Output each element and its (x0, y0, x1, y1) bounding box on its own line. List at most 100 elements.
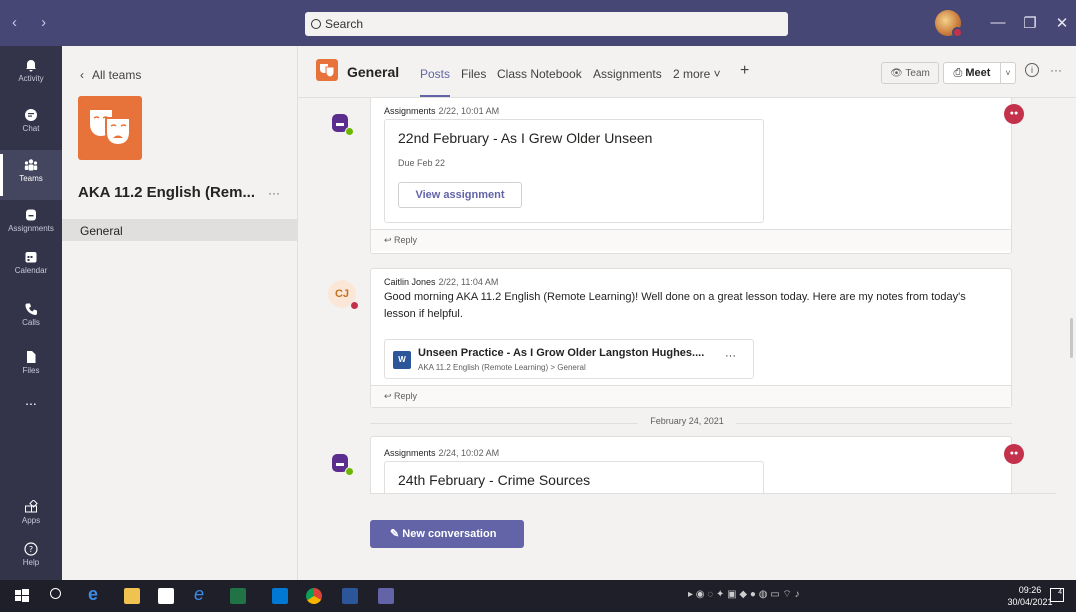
rail-item-activity[interactable]: Activity (0, 50, 62, 100)
post-message: Good morning AKA 11.2 English (Remote Le… (384, 291, 966, 320)
post-time: 2/24, 10:02 AM (438, 448, 500, 458)
notification-center-icon[interactable]: 4 (1050, 588, 1064, 602)
team-panel: ‹ All teams AKA 11.2 English (Rem... ··· … (62, 46, 298, 580)
back-forward-arrows-icon[interactable]: ‹ › (12, 14, 56, 31)
assignments-bot-avatar (330, 452, 354, 476)
chat-icon (25, 109, 37, 121)
post-author: Caitlin Jones (384, 277, 436, 287)
channel-title: General (347, 64, 400, 80)
tab-files[interactable]: Files (461, 67, 486, 81)
phone-icon (25, 303, 37, 315)
post-author: Assignments (384, 448, 436, 458)
reply-button[interactable]: ↩ Reply (371, 229, 1011, 251)
file-name: Unseen Practice - As I Grow Older Langst… (418, 347, 705, 359)
file-attachment[interactable]: W Unseen Practice - As I Grow Older Lang… (384, 339, 754, 379)
assignment-title: 24th February - Crime Sources (398, 472, 591, 488)
app-rail: Activity Chat Teams Assignments Calendar… (0, 46, 62, 580)
apps-icon (25, 500, 38, 513)
maximize-icon[interactable]: ❐ (1020, 14, 1040, 32)
excel-icon[interactable] (230, 588, 246, 604)
search-icon[interactable] (50, 588, 61, 599)
all-teams-link[interactable]: ‹ All teams (80, 68, 141, 82)
assignment-due: Due Feb 22 (398, 158, 446, 168)
reply-arrow-icon: ↩ (384, 235, 395, 245)
assignment-card: 22nd February - As I Grew Older Unseen D… (384, 119, 764, 223)
theatre-masks-icon (320, 64, 335, 78)
windows-start-icon[interactable] (14, 588, 30, 604)
status-available-icon (345, 467, 354, 476)
search-icon (311, 19, 321, 29)
close-icon[interactable]: ✕ (1052, 14, 1072, 32)
post-assignment-feb24: Assignments 2/24, 10:02 AM 24th February … (370, 436, 1012, 494)
compose-icon: ✎ (390, 528, 403, 540)
reply-button[interactable]: ↩ Reply (371, 385, 1011, 407)
edge-icon[interactable]: e (88, 584, 104, 604)
feed-divider (370, 493, 1056, 494)
more-options-button[interactable]: ··· (1050, 63, 1062, 77)
new-conversation-button[interactable]: ✎ New conversation (370, 520, 524, 548)
rail-more-apps-button[interactable]: ... (0, 386, 62, 436)
teams-taskbar-icon[interactable] (378, 588, 394, 604)
search-input[interactable]: Search (305, 12, 788, 36)
word-icon[interactable] (342, 588, 358, 604)
theatre-masks-icon (90, 110, 131, 147)
profile-avatar[interactable] (935, 10, 963, 38)
tab-class-notebook[interactable]: Class Notebook (497, 67, 582, 81)
scrollbar-thumb[interactable] (1070, 318, 1073, 358)
file-path: AKA 11.2 English (Remote Learning) > Gen… (418, 363, 586, 372)
outlook-icon[interactable] (272, 588, 288, 604)
meet-dropdown-button[interactable]: ˅ (1001, 62, 1016, 84)
taskbar-clock[interactable]: 09:26 30/04/2021 (1005, 584, 1055, 608)
svg-text:?: ? (29, 545, 33, 554)
system-tray-icons[interactable]: ▸ ◉ ◌ ✦ ▣ ◆ ● ◍ ▭ ⌔ ♪ (688, 588, 800, 604)
assignments-bot-avatar (330, 112, 354, 136)
help-icon: ? (24, 542, 38, 556)
file-explorer-icon[interactable] (124, 588, 140, 604)
add-tab-button[interactable]: + (740, 62, 749, 80)
reply-arrow-icon: ↩ (384, 391, 395, 401)
posts-feed: Assignments 2/22, 10:01 AM 22nd February … (298, 98, 1076, 494)
team-more-options-button[interactable]: ··· (268, 186, 280, 200)
minimize-icon[interactable]: — (988, 14, 1008, 31)
tab-more[interactable]: 2 more ˅ (673, 67, 721, 81)
calendar-icon (25, 252, 37, 263)
teams-window: ‹ › Search — ❐ ✕ Activity Chat Teams Ass… (0, 0, 1076, 612)
rail-item-files[interactable]: Files (0, 342, 62, 392)
title-bar: ‹ › Search — ❐ ✕ (0, 0, 1076, 46)
rail-item-chat[interactable]: Chat (0, 100, 62, 150)
chrome-icon[interactable] (306, 588, 322, 604)
more-icon: ... (25, 392, 37, 408)
date-separator: February 24, 2021 (298, 416, 1076, 430)
info-icon[interactable]: i (1025, 63, 1039, 77)
assignments-icon (26, 209, 36, 221)
store-icon[interactable] (158, 588, 174, 604)
tab-posts[interactable]: Posts (420, 67, 451, 97)
rail-item-calendar[interactable]: Calendar (0, 242, 62, 292)
file-more-options-button[interactable]: ··· (725, 350, 736, 362)
rail-item-help[interactable]: ? Help (0, 534, 62, 584)
windows-taskbar: e e ▸ ◉ ◌ ✦ ▣ ◆ ● ◍ ▭ ⌔ ♪ 09:26 30/04/202… (0, 580, 1076, 612)
reaction-icon[interactable]: ●● (1004, 104, 1024, 124)
team-logo (78, 96, 142, 160)
team-button[interactable]: 👁 Team (881, 62, 939, 84)
post-author: Assignments (384, 106, 436, 116)
eye-icon: 👁 (890, 68, 906, 79)
status-available-icon (345, 127, 354, 136)
post-time: 2/22, 10:01 AM (438, 106, 500, 116)
view-assignment-button[interactable]: View assignment (398, 182, 522, 208)
status-busy-icon (952, 27, 963, 38)
team-name: AKA 11.2 English (Rem... (78, 184, 255, 201)
ie-icon[interactable]: e (194, 584, 210, 604)
post-assignment-feb22: Assignments 2/22, 10:01 AM 22nd February … (370, 98, 1012, 254)
tab-assignments[interactable]: Assignments (593, 67, 662, 81)
reaction-icon[interactable]: ●● (1004, 444, 1024, 464)
rail-item-calls[interactable]: Calls (0, 294, 62, 344)
chevron-left-icon: ‹ (80, 68, 84, 82)
post-caitlin-jones: Caitlin Jones 2/22, 11:04 AM Good morning… (370, 268, 1012, 408)
meet-button[interactable]: ⎙ Meet (943, 62, 1001, 84)
chevron-down-icon: ˅ (1005, 68, 1011, 78)
channel-item-general[interactable]: General (62, 219, 298, 241)
file-icon (27, 351, 36, 363)
post-time: 2/22, 11:04 AM (438, 277, 499, 287)
rail-item-teams[interactable]: Teams (0, 150, 62, 200)
